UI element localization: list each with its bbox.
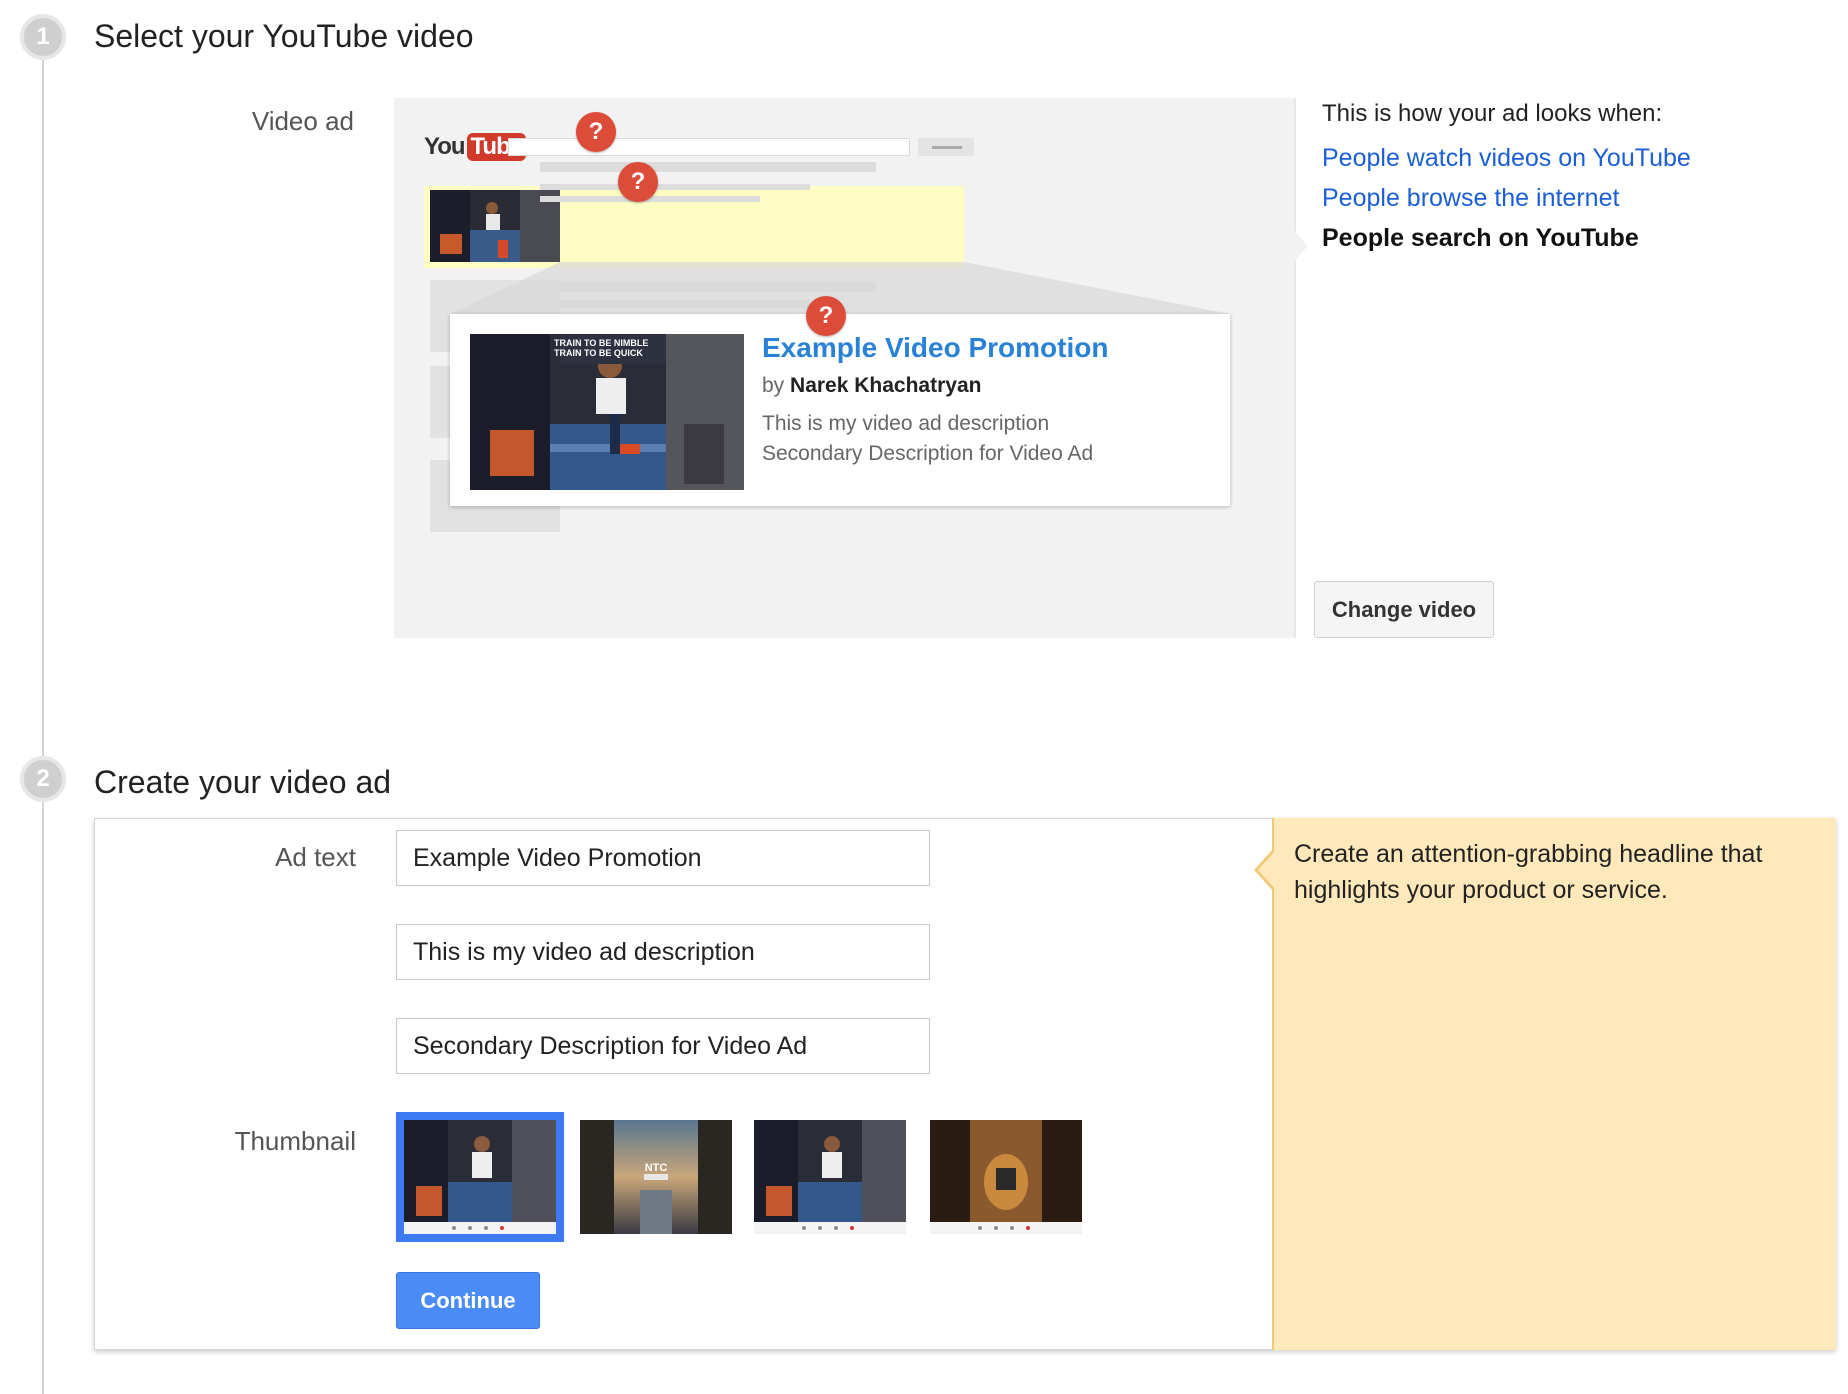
ad-card-thumbnail: TRAIN TO BE NIMBLE TRAIN TO BE QUICK xyxy=(470,334,744,490)
ad-text-label: Ad text xyxy=(275,842,356,872)
ad-card-title: Example Video Promotion xyxy=(762,332,1109,363)
video-ad-label: Video ad xyxy=(251,106,354,136)
view-option-search-youtube[interactable]: People search on YouTube xyxy=(1322,224,1639,253)
step-1-title: Select your YouTube video xyxy=(94,18,474,54)
help-icon-result-row[interactable]: ? xyxy=(618,162,658,202)
selected-view-pointer xyxy=(1294,230,1308,262)
step-2-title: Create your video ad xyxy=(94,764,392,800)
ad-card-byline: by Narek Khachatryan xyxy=(762,374,981,398)
tip-text: Create an attention-grabbing headline th… xyxy=(1294,840,1763,904)
step-2-badge: 2 xyxy=(20,756,66,802)
help-icon-ad-card[interactable]: ? xyxy=(806,296,846,336)
ad-card-by-prefix: by xyxy=(762,374,785,397)
ad-card-description-2: Secondary Description for Video Ad xyxy=(762,442,1094,465)
ad-card-thumbnail-overlay-text: TRAIN TO BE NIMBLE TRAIN TO BE QUICK xyxy=(554,338,649,358)
view-link-browse-internet[interactable]: People browse the internet xyxy=(1322,184,1619,213)
help-icon-search-bar[interactable]: ? xyxy=(576,112,616,152)
thumbnail-option-4[interactable] xyxy=(930,1120,1082,1234)
thumbnail-option-1[interactable] xyxy=(404,1120,556,1234)
thumbnail-option-3[interactable] xyxy=(754,1120,906,1234)
description-1-input[interactable] xyxy=(396,924,930,980)
thumbnail-2-overlay-text: NTC xyxy=(644,1162,668,1174)
view-link-watch-videos[interactable]: People watch videos on YouTube xyxy=(1322,144,1691,173)
ad-preview: You Tube TRAIN TO BE NIMBLE TRAIN TO BE … xyxy=(394,98,1294,638)
view-options-heading: This is how your ad looks when: xyxy=(1322,100,1663,127)
ad-card-description-1: This is my video ad description xyxy=(762,412,1050,435)
thumbnail-label: Thumbnail xyxy=(234,1126,356,1156)
ad-preview-card: TRAIN TO BE NIMBLE TRAIN TO BE QUICK Exa… xyxy=(450,314,1230,506)
change-video-button[interactable]: Change video xyxy=(1314,581,1494,638)
description-2-input[interactable] xyxy=(396,1018,930,1074)
step-timeline-line xyxy=(42,36,44,1394)
thumbnail-option-2[interactable]: NTC xyxy=(580,1120,732,1234)
headline-input[interactable] xyxy=(396,830,930,886)
step-1-badge: 1 xyxy=(20,14,66,60)
ad-card-channel-name: Narek Khachatryan xyxy=(790,374,982,397)
continue-button[interactable]: Continue xyxy=(396,1272,540,1329)
